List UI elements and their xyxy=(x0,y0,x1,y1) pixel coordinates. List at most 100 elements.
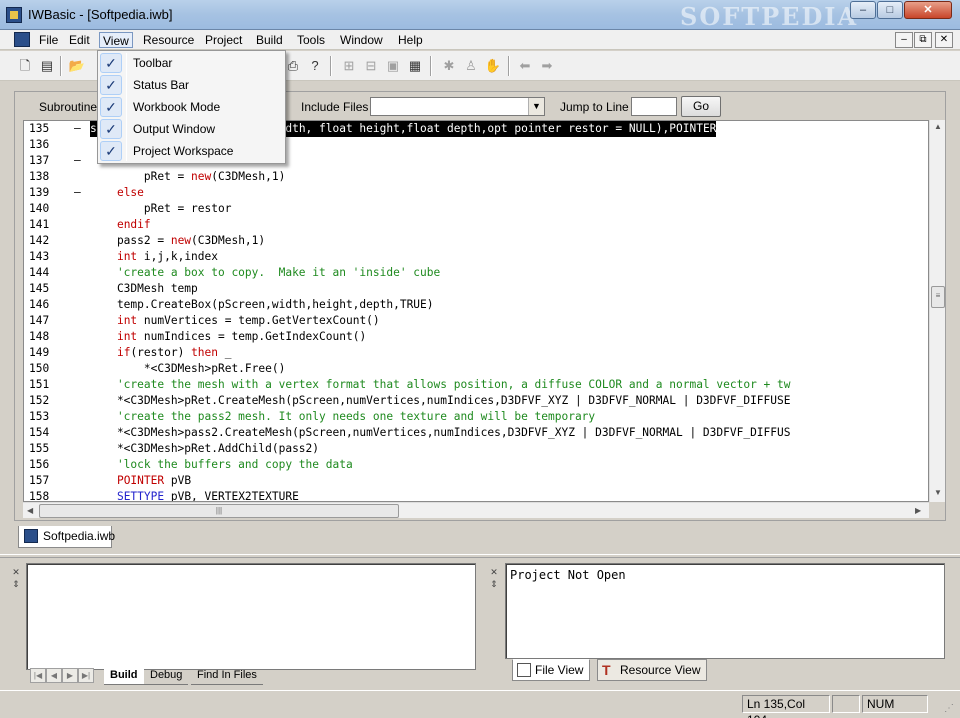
code-line[interactable]: 153 'create the pass2 mesh. It only need… xyxy=(24,409,928,425)
last-tab-icon[interactable]: ▶| xyxy=(78,668,94,683)
menu-item-workbook-mode[interactable]: ✓ Workbook Mode xyxy=(100,96,283,118)
stop-hand-icon[interactable]: ✋ xyxy=(484,57,502,75)
scroll-right-icon[interactable]: ▶ xyxy=(915,506,921,515)
code-line[interactable]: 147 int numVertices = temp.GetVertexCoun… xyxy=(24,313,928,329)
scroll-left-icon[interactable]: ◀ xyxy=(27,506,33,515)
menu-view[interactable]: View xyxy=(99,32,133,48)
jump-to-line-input[interactable] xyxy=(631,97,677,116)
code-line[interactable]: 146 temp.CreateBox(pScreen,width,height,… xyxy=(24,297,928,313)
build-icon[interactable]: ⊟ xyxy=(362,57,380,75)
menu-build[interactable]: Build xyxy=(253,32,286,48)
menu-file[interactable]: File xyxy=(36,32,61,48)
help-icon[interactable]: ? xyxy=(306,57,324,75)
next-tab-icon[interactable]: ▶ xyxy=(62,668,78,683)
fold-marker[interactable]: – xyxy=(74,153,84,169)
open-folder-icon[interactable]: 📂 xyxy=(68,57,86,75)
menu-item-toolbar[interactable]: ✓ Toolbar xyxy=(100,52,283,74)
code-line[interactable]: 151 'create the mesh with a vertex forma… xyxy=(24,377,928,393)
menu-help[interactable]: Help xyxy=(395,32,426,48)
code-line[interactable]: 158 SETTYPE pVB, VERTEX2TEXTURE xyxy=(24,489,928,501)
menu-window[interactable]: Window xyxy=(337,32,386,48)
execute-exe-icon[interactable]: ▦ xyxy=(406,57,424,75)
toolbar-separator xyxy=(330,56,332,76)
close-button[interactable]: ✕ xyxy=(904,1,952,19)
back-arrow-icon[interactable]: ⬅ xyxy=(516,57,534,75)
code-token: POINTER xyxy=(116,474,165,487)
chevron-down-icon[interactable]: ▼ xyxy=(528,98,544,115)
line-number: 139 xyxy=(29,186,50,199)
menu-project[interactable]: Project xyxy=(202,32,245,48)
tab-debug[interactable]: Debug xyxy=(144,667,189,685)
prev-tab-icon[interactable]: ◀ xyxy=(46,668,62,683)
code-token: _ xyxy=(218,346,232,359)
tab-resource-view[interactable]: T Resource View xyxy=(597,659,708,681)
forward-arrow-icon[interactable]: ➡ xyxy=(538,57,556,75)
resize-grip-icon[interactable]: ⋰ xyxy=(944,703,954,714)
output-pane-controls[interactable]: ✕ ⇕ xyxy=(10,566,22,590)
code-line[interactable]: 145 C3DMesh temp xyxy=(24,281,928,297)
code-line[interactable]: 156 'lock the buffers and copy the data xyxy=(24,457,928,473)
code-line[interactable]: 140 pRet = restor xyxy=(24,201,928,217)
code-token: 'create the mesh with a vertex format th… xyxy=(90,378,791,391)
app-icon[interactable] xyxy=(6,7,22,23)
code-line[interactable]: 139 – else xyxy=(24,185,928,201)
code-line[interactable]: 141 endif xyxy=(24,217,928,233)
menu-item-output-window[interactable]: ✓ Output Window xyxy=(100,118,283,140)
code-line[interactable]: 157 POINTER pVB xyxy=(24,473,928,489)
go-button[interactable]: Go xyxy=(681,96,721,117)
build-exe-icon[interactable]: ▣ xyxy=(384,57,402,75)
code-line[interactable]: 154 *<C3DMesh>pass2.CreateMesh(pScreen,n… xyxy=(24,425,928,441)
include-files-combo[interactable]: ▼ xyxy=(370,97,545,116)
code-token: numIndices = temp.GetIndexCount() xyxy=(137,330,367,343)
workbook-tab[interactable]: Softpedia.iwb xyxy=(18,526,115,548)
minimize-button[interactable]: – xyxy=(850,1,876,19)
pane-splitter[interactable] xyxy=(0,554,960,558)
menu-resource[interactable]: Resource xyxy=(140,32,197,48)
new-project-icon[interactable]: ▤ xyxy=(38,57,56,75)
mdi-close-button[interactable]: ✕ xyxy=(935,32,953,48)
mdi-minimize-button[interactable]: – xyxy=(895,32,913,48)
code-line[interactable]: 143 int i,j,k,index xyxy=(24,249,928,265)
menu-bar: File Edit View Resource Project Build To… xyxy=(0,30,960,50)
mdi-restore-button[interactable]: ⧉ xyxy=(914,32,932,48)
code-line[interactable]: 142 pass2 = new(C3DMesh,1) xyxy=(24,233,928,249)
print-icon[interactable]: ⎙ xyxy=(284,57,302,75)
code-line[interactable]: 152 *<C3DMesh>pRet.CreateMesh(pScreen,nu… xyxy=(24,393,928,409)
new-file-icon[interactable]: 🗋 xyxy=(16,57,34,75)
document-icon[interactable] xyxy=(14,32,30,47)
code-token: int xyxy=(116,314,138,327)
tab-build[interactable]: Build xyxy=(104,667,144,685)
code-text: SETTYPE pVB, VERTEX2TEXTURE xyxy=(90,489,299,501)
step-icon[interactable]: ♙ xyxy=(462,57,480,75)
code-line[interactable]: 155 *<C3DMesh>pRet.AddChild(pass2) xyxy=(24,441,928,457)
tab-file-view[interactable]: File View xyxy=(512,659,591,681)
vertical-scroll-thumb[interactable]: ≡ xyxy=(931,286,945,308)
first-tab-icon[interactable]: |◀ xyxy=(30,668,46,683)
vertical-scrollbar[interactable]: ▲ ≡ ▼ xyxy=(929,120,945,502)
code-line[interactable]: 144 'create a box to copy. Make it an 'i… xyxy=(24,265,928,281)
code-line[interactable]: 150 *<C3DMesh>pRet.Free() xyxy=(24,361,928,377)
output-window[interactable] xyxy=(26,563,476,670)
code-line[interactable]: 149 if(restor) then _ xyxy=(24,345,928,361)
horizontal-scroll-thumb[interactable]: ||| xyxy=(39,504,399,518)
code-editor[interactable]: 135– s creen,float width, float height,fl… xyxy=(23,120,929,502)
maximize-button[interactable]: □ xyxy=(877,1,903,19)
menu-tools[interactable]: Tools xyxy=(294,32,328,48)
fold-marker[interactable]: – xyxy=(74,121,84,137)
code-line[interactable]: 148 int numIndices = temp.GetIndexCount(… xyxy=(24,329,928,345)
project-pane-controls[interactable]: ✕ ⇕ xyxy=(488,566,500,590)
fold-marker[interactable]: – xyxy=(74,185,84,201)
code-token: int xyxy=(116,250,138,263)
horizontal-scrollbar[interactable]: ◀ ||| ▶ xyxy=(23,502,929,518)
project-workspace[interactable]: Project Not Open xyxy=(505,563,945,659)
tab-find-in-files[interactable]: Find In Files xyxy=(191,667,263,685)
debug-icon[interactable]: ✱ xyxy=(440,57,458,75)
menu-item-project-workspace[interactable]: ✓ Project Workspace xyxy=(100,140,283,162)
menu-edit[interactable]: Edit xyxy=(66,32,93,48)
scroll-down-icon[interactable]: ▼ xyxy=(934,488,942,497)
scroll-up-icon[interactable]: ▲ xyxy=(934,122,942,131)
compile-icon[interactable]: ⊞ xyxy=(340,57,358,75)
code-line[interactable]: 138 pRet = new(C3DMesh,1) xyxy=(24,169,928,185)
menu-item-status-bar[interactable]: ✓ Status Bar xyxy=(100,74,283,96)
